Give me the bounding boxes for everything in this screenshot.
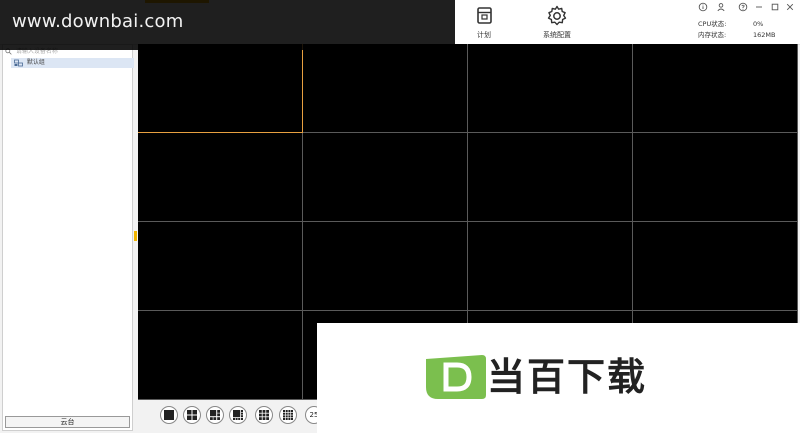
minimize-icon[interactable] bbox=[754, 2, 764, 12]
info-icon[interactable] bbox=[698, 2, 708, 12]
gear-icon bbox=[547, 5, 567, 26]
plan-label: 计划 bbox=[477, 31, 491, 39]
video-cell[interactable] bbox=[138, 311, 303, 400]
layout-16-button[interactable] bbox=[279, 406, 297, 424]
maximize-icon[interactable] bbox=[770, 2, 780, 12]
cpu-status-label: CPU状态: bbox=[698, 20, 727, 28]
layout-1-icon bbox=[164, 410, 174, 420]
video-cell[interactable] bbox=[468, 44, 633, 133]
layout-4-button[interactable] bbox=[183, 406, 201, 424]
window-controls bbox=[696, 2, 796, 12]
video-cell[interactable] bbox=[138, 133, 303, 222]
memory-status-row: 内存状态: 162MB bbox=[698, 30, 796, 41]
video-cell[interactable] bbox=[303, 133, 468, 222]
user-icon[interactable] bbox=[716, 2, 726, 12]
cpu-status-value: 0% bbox=[753, 20, 764, 28]
layout-4-icon bbox=[187, 410, 197, 420]
system-status: CPU状态: 0% 内存状态: 162MB bbox=[698, 19, 796, 41]
video-cell[interactable] bbox=[633, 44, 798, 133]
memory-status-value: 162MB bbox=[753, 31, 776, 39]
watermark-url-banner: www.downbai.com bbox=[0, 0, 455, 50]
device-group-icon bbox=[14, 59, 23, 67]
cpu-status-row: CPU状态: 0% bbox=[698, 19, 796, 30]
panel-collapse-handle[interactable] bbox=[134, 231, 137, 241]
layout-9-button[interactable] bbox=[255, 406, 273, 424]
plan-button[interactable]: 计划 bbox=[472, 4, 496, 42]
system-settings-button[interactable]: 系统配置 bbox=[538, 4, 576, 42]
video-cell[interactable] bbox=[303, 222, 468, 311]
tree-item-label: 默认组 bbox=[26, 59, 45, 66]
video-cell[interactable] bbox=[633, 133, 798, 222]
video-cell[interactable] bbox=[633, 222, 798, 311]
calendar-icon bbox=[477, 7, 492, 24]
help-icon[interactable] bbox=[738, 2, 748, 12]
layout-6-icon bbox=[210, 410, 220, 420]
layout-16-icon bbox=[283, 410, 293, 420]
layout-8-icon bbox=[233, 410, 243, 420]
video-cell[interactable] bbox=[468, 222, 633, 311]
layout-6-button[interactable] bbox=[206, 406, 224, 424]
downbai-logo-icon bbox=[426, 355, 486, 399]
close-icon[interactable] bbox=[785, 2, 795, 12]
ptz-button[interactable]: 云台 bbox=[5, 416, 130, 428]
device-tree-panel: 请输入设备名称 默认组 云台 bbox=[2, 44, 134, 431]
memory-status-label: 内存状态: bbox=[698, 31, 727, 39]
layout-1-button[interactable] bbox=[160, 406, 178, 424]
system-settings-label: 系统配置 bbox=[543, 31, 571, 39]
tree-item-default-group[interactable]: 默认组 bbox=[11, 58, 134, 68]
video-cell[interactable] bbox=[303, 44, 468, 133]
watermark-logo: 当百下载 bbox=[317, 323, 800, 433]
video-cell[interactable] bbox=[468, 133, 633, 222]
video-cell[interactable] bbox=[138, 44, 303, 133]
watermark-url-text: www.downbai.com bbox=[12, 11, 184, 32]
watermark-logo-text: 当百下载 bbox=[487, 355, 648, 399]
layout-9-icon bbox=[259, 410, 269, 420]
video-cell[interactable] bbox=[138, 222, 303, 311]
app-window: 计划 系统配置 CPU状态: 0% 内存状态: 162MB www.downba… bbox=[0, 0, 800, 433]
layout-8-button[interactable] bbox=[229, 406, 247, 424]
